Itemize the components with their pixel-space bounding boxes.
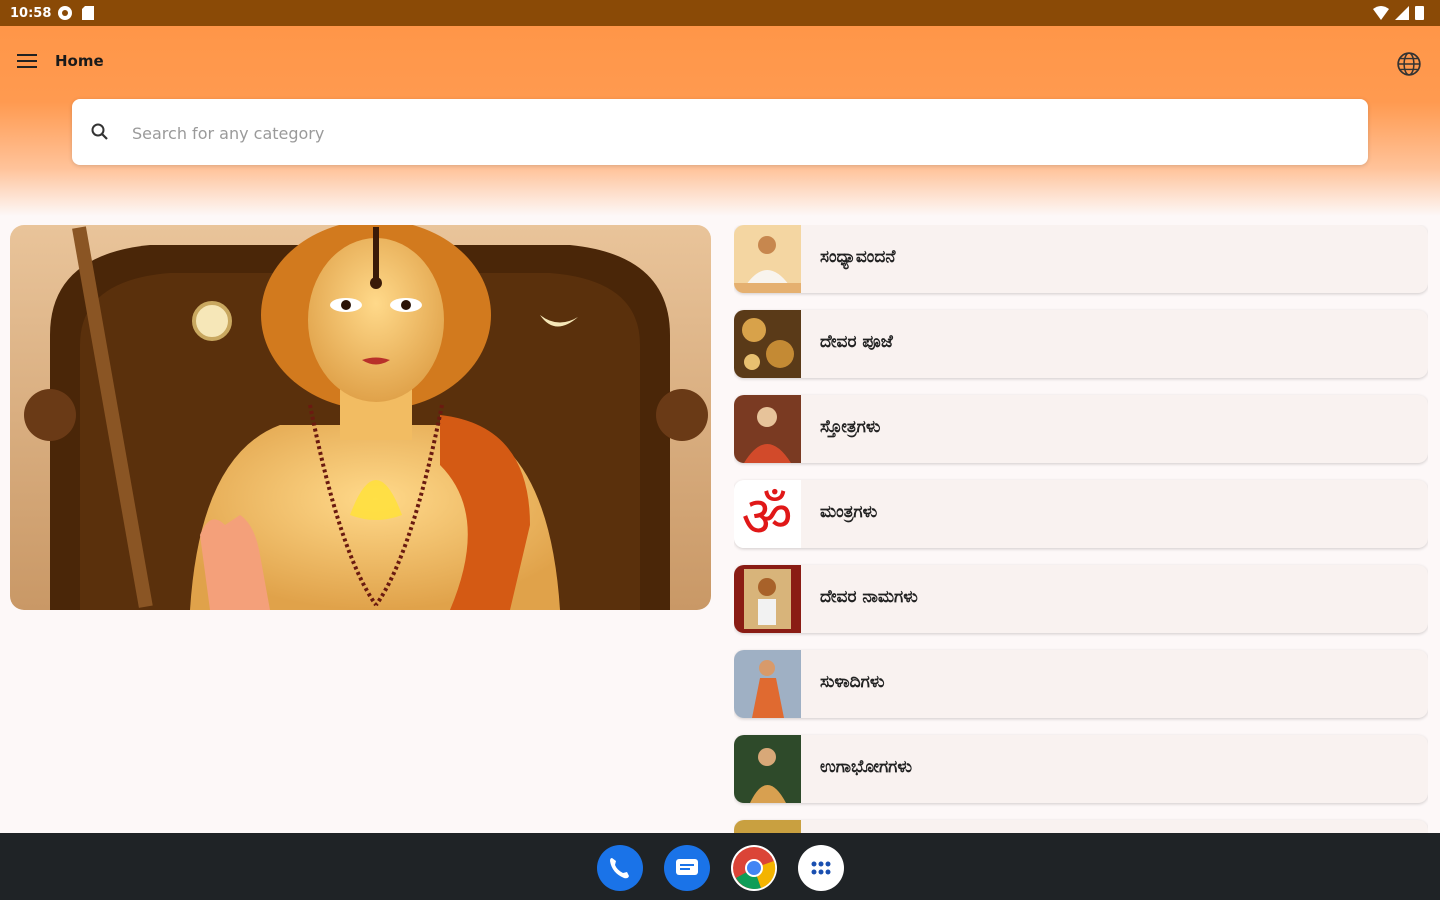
system-nav-bar — [0, 833, 1440, 900]
status-icons-right — [1373, 5, 1424, 20]
list-item-thumbnail — [734, 820, 801, 833]
page-title: Home — [55, 52, 104, 70]
devara-namagalu-thumbnail — [734, 565, 801, 633]
status-icons-left — [57, 5, 95, 21]
list-item[interactable]: ದೇವರ ನಾಮಗಳು — [734, 565, 1428, 633]
category-list: ಸಂಧ್ಯಾವಂದನೆ ದೇವರ ಪೂಜೆ ಸ್ತೋತ್ರಗಳು ॐ ಮಂತ್ರ… — [734, 225, 1428, 833]
list-item-label: ಸುಳಾದಿಗಳು — [820, 672, 885, 692]
list-item[interactable]: ಸುಳಾದಿಗಳು — [734, 650, 1428, 718]
list-item[interactable]: ॐ ಮಂತ್ರಗಳು — [734, 480, 1428, 548]
list-item[interactable]: ಉಗಾಭೋಗಗಳು — [734, 735, 1428, 803]
sd-card-icon — [82, 6, 94, 20]
list-item-label: ದೇವರ ನಾಮಗಳು — [820, 587, 918, 607]
app-drawer-icon[interactable] — [798, 845, 844, 891]
list-item-label: ಉಗಾಭೋಗಗಳು — [820, 757, 913, 777]
om-icon: ॐ — [734, 480, 801, 548]
suladigalu-thumbnail — [734, 650, 801, 718]
sandhyavandane-thumbnail — [734, 225, 801, 293]
wifi-icon — [1373, 5, 1389, 20]
phone-icon[interactable] — [597, 845, 643, 891]
list-item-label: ದೇವರ ಪೂಜೆ — [820, 332, 893, 352]
search-bar[interactable] — [72, 99, 1368, 165]
messages-icon[interactable] — [664, 845, 710, 891]
devara-pooje-thumbnail — [734, 310, 801, 378]
globe-icon[interactable] — [1396, 51, 1422, 77]
hamburger-menu-icon[interactable] — [14, 50, 42, 74]
status-time: 10:58 — [10, 6, 52, 21]
featured-banner-image[interactable] — [10, 225, 711, 610]
signal-icon — [1395, 5, 1409, 20]
search-input[interactable] — [130, 119, 1334, 147]
search-icon — [91, 123, 108, 140]
status-bar: 10:58 — [0, 0, 1440, 26]
ugabhogagalu-thumbnail — [734, 735, 801, 803]
sync-icon — [58, 6, 72, 20]
list-item-label: ಸಂಧ್ಯಾವಂದನೆ — [820, 247, 896, 267]
list-item[interactable]: ಸಂಧ್ಯಾವಂದನೆ — [734, 225, 1428, 293]
chrome-icon[interactable] — [731, 845, 777, 891]
svg-text:ॐ: ॐ — [741, 485, 792, 548]
list-item[interactable] — [734, 820, 1428, 833]
list-item[interactable]: ದೇವರ ಪೂಜೆ — [734, 310, 1428, 378]
stotragalu-thumbnail — [734, 395, 801, 463]
list-item-label: ಮಂತ್ರಗಳು — [820, 502, 878, 522]
list-item[interactable]: ಸ್ತೋತ್ರಗಳು — [734, 395, 1428, 463]
deity-illustration — [10, 225, 711, 610]
app-header: Home — [0, 26, 1440, 216]
list-item-label: ಸ್ತೋತ್ರಗಳು — [820, 417, 881, 437]
battery-icon — [1415, 6, 1424, 20]
